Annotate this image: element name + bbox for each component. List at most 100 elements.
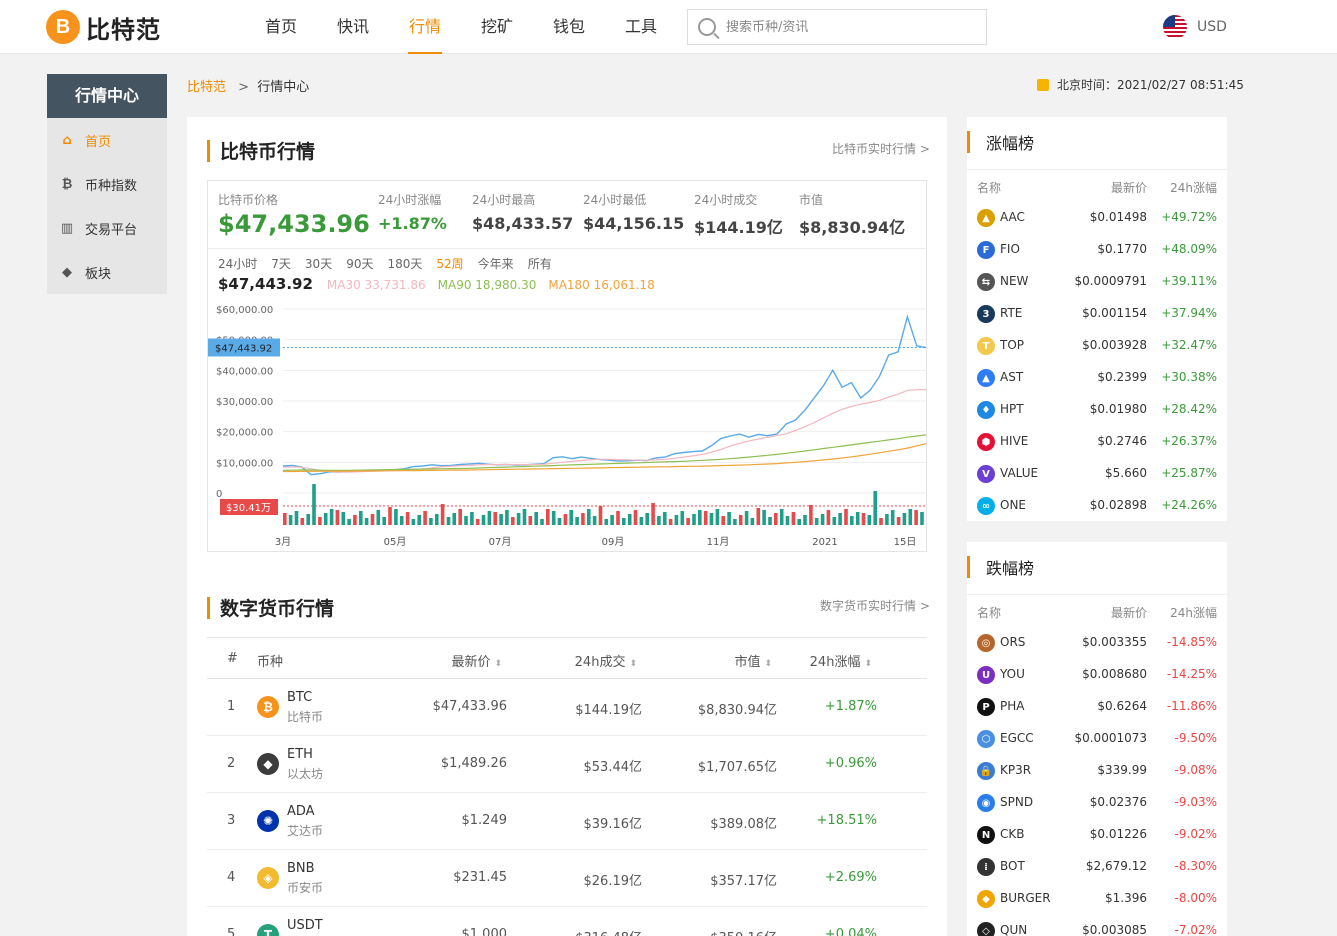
table-row[interactable]: 5TUSDT泰达币$1.000$316.48亿$350.16亿+0.04%: [207, 907, 927, 936]
rank-row[interactable]: ◉ SPND $0.02376 -9.03%: [967, 786, 1227, 818]
nav-item-4[interactable]: 钱包: [533, 0, 605, 54]
price: $0.01498: [1089, 210, 1147, 224]
volume-bar: [686, 518, 690, 525]
rank-row[interactable]: U YOU $0.008680 -14.25%: [967, 658, 1227, 690]
rank-row[interactable]: ▲ AST $0.2399 +30.38%: [967, 361, 1227, 393]
table-row[interactable]: 4 ◈ BNB 币安币 $231.45 $26.19亿 $357.17亿 +2.69%: [207, 850, 927, 907]
rank-row[interactable]: ♦ HPT $0.01980 +28.42%: [967, 393, 1227, 425]
volume-bar: [540, 519, 544, 525]
volume-bar: [750, 518, 755, 525]
range-tab-3[interactable]: 90天: [346, 255, 373, 272]
market-more-link[interactable]: 数字货币实时行情 >: [820, 597, 930, 614]
range-tab-5[interactable]: 52周: [436, 255, 463, 272]
volume-bar: [329, 509, 334, 525]
col-change-sort[interactable]: 24h涨幅 ⬍: [810, 651, 872, 670]
market-section-title: 数字货币行情: [207, 594, 334, 621]
volume-bar: [470, 512, 474, 525]
nav-item-2[interactable]: 行情: [389, 0, 461, 54]
rank-row[interactable]: ◆ BURGER $1.396 -8.00%: [967, 882, 1227, 914]
volume-bar: [668, 519, 673, 525]
sort-icon: ⬍: [864, 659, 872, 669]
rank-row[interactable]: ⬢ HIVE $0.2746 +26.37%: [967, 425, 1227, 457]
volume-bar: [283, 513, 287, 525]
range-tab-7[interactable]: 所有: [528, 255, 552, 272]
search-icon[interactable]: [698, 18, 716, 36]
coin-symbol[interactable]: ETH: [287, 747, 313, 762]
btc-more-link[interactable]: 比特币实时行情 >: [832, 140, 930, 157]
table-row[interactable]: 3 ✺ ADA 艾达币 $1.249 $39.16亿 $389.08亿 +18.51%: [207, 793, 927, 850]
sidebar-item-1[interactable]: ₿ 币种指数: [47, 162, 167, 206]
coin-symbol[interactable]: BNB: [287, 861, 315, 876]
search-box[interactable]: [687, 9, 987, 45]
currency-selector[interactable]: USD: [1163, 15, 1227, 39]
bot-icon: ⁞: [977, 858, 995, 876]
breadcrumb-home-link[interactable]: 比特范: [187, 80, 226, 95]
table-row[interactable]: 2 ◆ ETH 以太坊 $1,489.26 $53.44亿 $1,707.65亿 +0.96%: [207, 736, 927, 793]
coin-name: 币安币: [287, 881, 324, 895]
rank-row[interactable]: ∞ ONE $0.02898 +24.26%: [967, 489, 1227, 521]
sidebar-item-0[interactable]: ⌂ 首页: [47, 118, 167, 162]
volume-bar: [890, 510, 895, 525]
nav-item-5[interactable]: 工具: [605, 0, 677, 54]
stat-value: $47,433.96: [218, 210, 370, 238]
rank-row[interactable]: ◎ ORS $0.003355 -14.85%: [967, 626, 1227, 658]
sidebar-item-2[interactable]: ▥ 交易平台: [47, 206, 167, 250]
rank-row[interactable]: T TOP $0.003928 +32.47%: [967, 329, 1227, 361]
price: $0.02898: [1089, 498, 1147, 512]
search-input[interactable]: [726, 19, 966, 35]
price: $0.0001073: [1074, 731, 1147, 745]
btc-price-chart[interactable]: $60,000.00$50,000.00$40,000.00$30,000.00…: [208, 299, 926, 551]
btc-chart-box: 比特币价格 $47,433.96 24小时涨幅 +1.87% 24小时最高 $4…: [207, 180, 927, 552]
col-name: 名称: [977, 181, 1002, 195]
col-cap-sort[interactable]: 市值 ⬍: [734, 651, 772, 670]
rank-row[interactable]: ⇆ NEW $0.0009791 +39.11%: [967, 265, 1227, 297]
volume-bar: [914, 510, 918, 525]
volume-bar: [563, 514, 568, 525]
ors-icon: ◎: [977, 634, 995, 652]
table-row[interactable]: 1 ₿ BTC 比特币 $47,433.96 $144.19亿 $8,830.94亿 +1.8…: [207, 679, 927, 736]
coin-symbol: NEW: [1000, 274, 1029, 288]
range-tab-4[interactable]: 180天: [387, 255, 422, 272]
range-tab-6[interactable]: 今年来: [478, 255, 514, 272]
col-change: 24h涨幅: [1170, 181, 1217, 195]
coin-symbol: AST: [1000, 370, 1024, 384]
col-price: 最新价: [451, 655, 491, 670]
price: $1.000: [461, 927, 508, 936]
x-tick-label: 07月: [489, 536, 512, 548]
rank-row[interactable]: ◇ QUN $0.003085 -7.02%: [967, 914, 1227, 936]
ma-line: $47,443.92 MA30 33,731.86 MA90 18,980.30…: [218, 275, 667, 293]
coin-symbol: AAC: [1000, 210, 1025, 224]
range-tab-2[interactable]: 30天: [305, 255, 332, 272]
col-price-sort[interactable]: 最新价 ⬍: [451, 651, 502, 670]
col-volume-sort[interactable]: 24h成交 ⬍: [575, 651, 637, 670]
nav-item-1[interactable]: 快讯: [317, 0, 389, 54]
range-tab-0[interactable]: 24小时: [218, 255, 257, 272]
rank-row[interactable]: 🔒 KP3R $339.99 -9.08%: [967, 754, 1227, 786]
coin-symbol[interactable]: USDT: [287, 918, 323, 933]
rank-row[interactable]: F FIO $0.1770 +48.09%: [967, 233, 1227, 265]
sort-icon: ⬍: [494, 659, 502, 669]
price: $47,433.96: [432, 699, 507, 714]
coin-symbol[interactable]: BTC: [287, 690, 312, 705]
volume-bar: [376, 510, 381, 525]
rank-row[interactable]: P PHA $0.6264 -11.86%: [967, 690, 1227, 722]
rank-row[interactable]: ⁞ BOT $2,679.12 -8.30%: [967, 850, 1227, 882]
rank-row[interactable]: V VALUE $5.660 +25.87%: [967, 457, 1227, 489]
nav-item-3[interactable]: 挖矿: [461, 0, 533, 54]
lock-icon: 🔒: [977, 762, 995, 780]
sidebar-item-3[interactable]: ◆ 板块: [47, 250, 167, 294]
rank-row[interactable]: ⬡ EGCC $0.0001073 -9.50%: [967, 722, 1227, 754]
rank-row[interactable]: N CKB $0.01226 -9.02%: [967, 818, 1227, 850]
rte-icon: 3: [977, 305, 995, 323]
sidebar-item-label: 板块: [85, 266, 112, 282]
nav-item-0[interactable]: 首页: [245, 0, 317, 54]
range-tab-1[interactable]: 7天: [271, 255, 291, 272]
rank-row[interactable]: 3 RTE $0.001154 +37.94%: [967, 297, 1227, 329]
price: $1.249: [461, 813, 508, 828]
rank-row[interactable]: ▲ AAC $0.01498 +49.72%: [967, 201, 1227, 233]
change: +30.38%: [1161, 370, 1217, 384]
site-logo[interactable]: B 比特范: [46, 10, 161, 44]
volume-bar: [481, 515, 486, 525]
change: -11.86%: [1166, 699, 1217, 713]
coin-symbol[interactable]: ADA: [287, 804, 315, 819]
